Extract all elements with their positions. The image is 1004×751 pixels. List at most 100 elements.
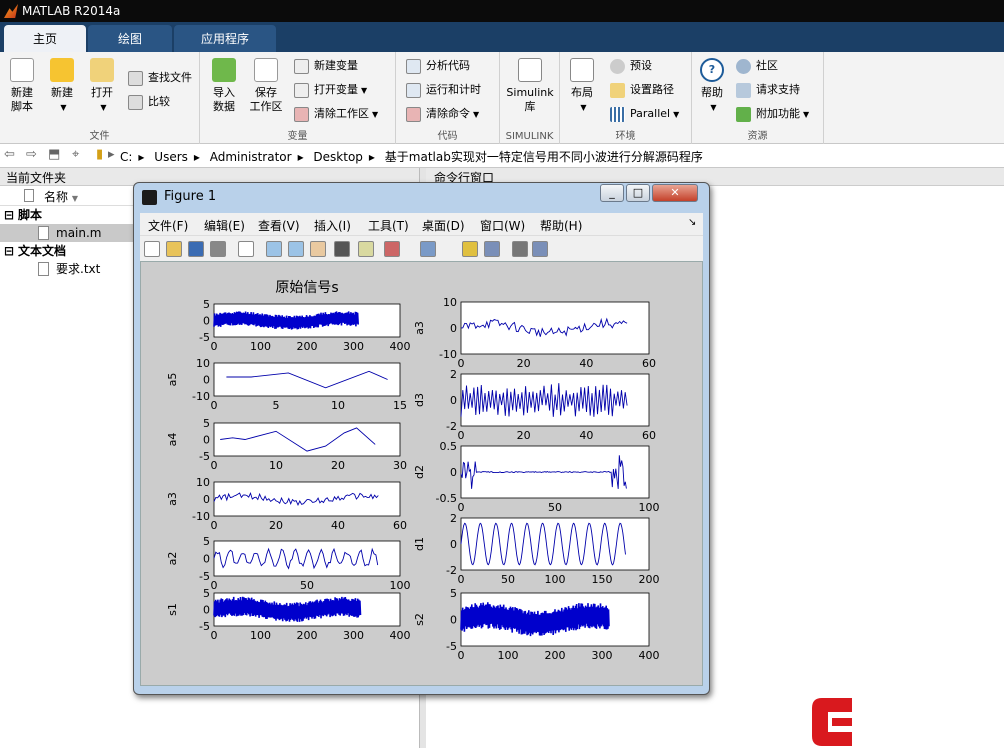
back-arrow-icon[interactable]: ⇦ — [4, 147, 15, 162]
file-main-m[interactable]: main.m — [0, 224, 134, 242]
menu-window[interactable]: 窗口(W) — [480, 217, 525, 234]
rotate-icon[interactable] — [334, 241, 350, 257]
x-tick-label: 0 — [211, 579, 218, 592]
tab-home[interactable]: 主页 — [4, 25, 86, 52]
forward-arrow-icon[interactable]: ⇨ — [26, 147, 37, 162]
data-cursor-icon[interactable] — [358, 241, 374, 257]
help-button[interactable]: ? 帮助 ▼ — [696, 58, 728, 115]
menu-file[interactable]: 文件(F) — [148, 217, 188, 234]
addons-button[interactable]: 附加功能 ▼ — [736, 104, 809, 124]
clear-workspace-button[interactable]: 清除工作区 ▼ — [294, 104, 378, 124]
ribbon-group-resources: ? 帮助 ▼ 社区 请求支持 附加功能 ▼ 资源 — [692, 52, 824, 144]
y-tick-label: -5 — [199, 620, 210, 633]
y-tick-label: -5 — [199, 331, 210, 344]
watermark-logo — [808, 692, 1004, 748]
menu-help[interactable]: 帮助(H) — [540, 217, 582, 234]
browse-folder-icon[interactable]: ⌖ — [72, 147, 79, 162]
dock-arrow-icon[interactable]: ↘ — [688, 217, 696, 228]
y-tick-label: -10 — [192, 510, 210, 523]
x-tick-label: 100 — [639, 501, 660, 514]
zoom-in-icon[interactable] — [266, 241, 282, 257]
breadcrumb-item[interactable]: Users — [154, 150, 188, 164]
community-button[interactable]: 社区 — [736, 56, 778, 76]
tab-plots[interactable]: 绘图 — [88, 25, 172, 52]
pointer-icon[interactable] — [238, 241, 254, 257]
layout-button[interactable]: 布局 ▼ — [566, 58, 598, 115]
analyze-code-button[interactable]: 分析代码 — [406, 56, 470, 76]
save-icon[interactable] — [188, 241, 204, 257]
breadcrumb-item[interactable]: 基于matlab实现对一特定信号用不同小波进行分解源码程序 — [385, 150, 703, 164]
open-button[interactable]: 打开 ▼ — [86, 58, 118, 115]
breadcrumb-item[interactable]: C: — [120, 150, 132, 164]
new-variable-button[interactable]: 新建变量 — [294, 56, 358, 76]
zoom-out-icon[interactable] — [288, 241, 304, 257]
x-tick-label: 40 — [331, 519, 345, 532]
y-tick-label: 0 — [203, 604, 210, 617]
figure-window[interactable]: Figure 1 _ □ ✕ 文件(F) 编辑(E) 查看(V) 插入(I) 工… — [133, 182, 710, 695]
x-tick-label: 150 — [592, 573, 613, 586]
y-tick-label: 0 — [450, 538, 457, 551]
plot-title: 原始信号s — [275, 280, 338, 296]
menu-tools[interactable]: 工具(T) — [368, 217, 409, 234]
find-files-button[interactable]: 查找文件 — [128, 68, 192, 88]
ribbon-group-simulink: Simulink 库 SIMULINK — [500, 52, 560, 144]
set-path-button[interactable]: 设置路径 — [610, 80, 674, 100]
y-tick-label: -5 — [446, 640, 457, 653]
chevron-right-icon[interactable]: ▸ — [108, 147, 115, 162]
menu-view[interactable]: 查看(V) — [258, 217, 300, 234]
show-plot-tools-icon[interactable] — [532, 241, 548, 257]
x-tick-label: 200 — [545, 649, 566, 662]
clear-commands-button[interactable]: 清除命令 ▼ — [406, 104, 479, 124]
up-folder-icon[interactable]: ⬒ — [48, 147, 60, 162]
x-tick-label: 50 — [501, 573, 515, 586]
close-button[interactable]: ✕ — [652, 184, 698, 202]
import-data-button[interactable]: 导入 数据 — [208, 58, 240, 114]
breadcrumb-item[interactable]: Desktop — [313, 150, 363, 164]
preferences-button[interactable]: 预设 — [610, 56, 652, 76]
new-script-button[interactable]: 新建 脚本 — [6, 58, 38, 114]
y-tick-label: 0 — [450, 466, 457, 479]
clear-workspace-icon — [294, 107, 309, 122]
x-tick-label: 20 — [517, 357, 531, 370]
subplot-9: 0 50 1000.50-0.5d2 — [413, 440, 660, 514]
axes-box — [213, 362, 401, 397]
x-tick-label: 60 — [642, 357, 656, 370]
request-support-button[interactable]: 请求支持 — [736, 80, 800, 100]
menu-edit[interactable]: 编辑(E) — [204, 217, 245, 234]
open-variable-button[interactable]: 打开变量 ▼ — [294, 80, 367, 100]
minimize-button[interactable]: _ — [600, 184, 624, 202]
maximize-button[interactable]: □ — [626, 184, 650, 202]
hide-plot-tools-icon[interactable] — [512, 241, 528, 257]
figure-menubar: 文件(F) 编辑(E) 查看(V) 插入(I) 工具(T) 桌面(D) 窗口(W… — [140, 213, 703, 235]
parallel-button[interactable]: Parallel ▼ — [610, 104, 679, 124]
pan-icon[interactable] — [310, 241, 326, 257]
figure-canvas[interactable]: 原始信号s 0 100 200 300 400 5 0 -5 0 5 10 15 10 0 -10 a5 0 10 2… — [140, 261, 703, 686]
menu-desktop[interactable]: 桌面(D) — [422, 217, 465, 234]
y-tick-label: 0 — [450, 322, 457, 335]
new-button[interactable]: 新建 ▼ — [46, 58, 78, 115]
simulink-library-button[interactable]: Simulink 库 — [504, 58, 556, 114]
breadcrumb-item[interactable]: Administrator — [210, 150, 292, 164]
y-tick-label: -10 — [439, 348, 457, 361]
y-tick-label: 5 — [203, 587, 210, 600]
tab-apps[interactable]: 应用程序 — [174, 25, 276, 52]
open-icon[interactable] — [166, 241, 182, 257]
simulink-library-icon — [518, 58, 542, 82]
run-and-time-button[interactable]: 运行和计时 — [406, 80, 481, 100]
y-tick-label: 0.5 — [440, 440, 458, 453]
save-workspace-button[interactable]: 保存 工作区 — [248, 58, 284, 114]
y-axis-label: a2 — [166, 552, 179, 566]
collapse-icon[interactable]: ⊟ — [4, 206, 14, 224]
clear-commands-icon — [406, 107, 421, 122]
collapse-icon[interactable]: ⊟ — [4, 242, 14, 260]
print-icon[interactable] — [210, 241, 226, 257]
x-tick-label: 40 — [579, 357, 593, 370]
brush-icon[interactable] — [384, 241, 400, 257]
menu-insert[interactable]: 插入(I) — [314, 217, 351, 234]
folder-open-icon — [90, 58, 114, 82]
link-icon[interactable] — [420, 241, 436, 257]
new-figure-icon[interactable] — [144, 241, 160, 257]
legend-icon[interactable] — [484, 241, 500, 257]
compare-button[interactable]: 比较 — [128, 92, 170, 112]
colorbar-icon[interactable] — [462, 241, 478, 257]
